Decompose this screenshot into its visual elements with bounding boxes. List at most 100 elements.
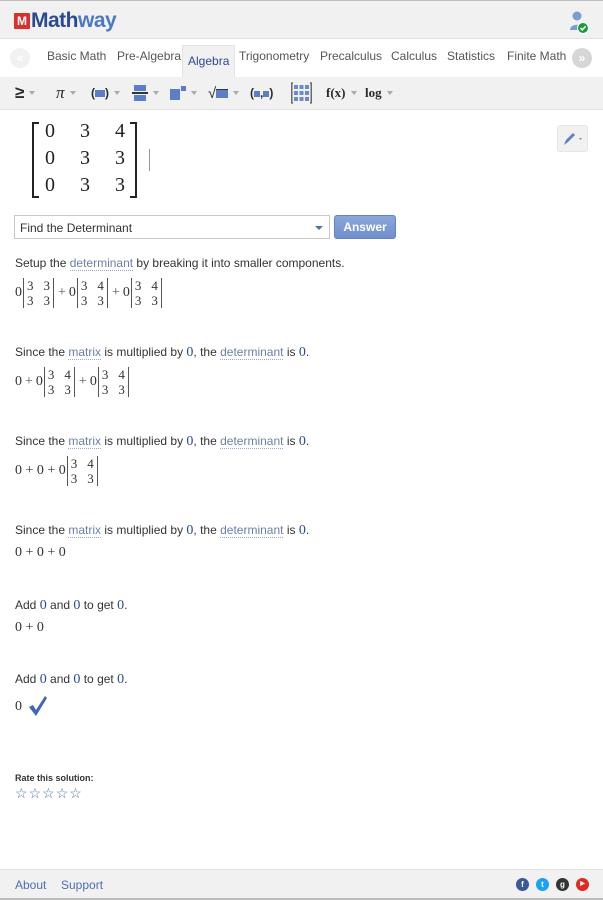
determinant-2x2: 34 33 <box>66 456 98 486</box>
tab-statistics[interactable]: Statistics <box>447 49 495 63</box>
term-link[interactable]: matrix <box>68 345 102 360</box>
exponent-button[interactable] <box>170 84 197 102</box>
term-link[interactable]: matrix <box>68 523 102 538</box>
caret-down-icon <box>233 91 240 95</box>
step-expression: 0 + 0 <box>15 620 44 635</box>
fraction-button[interactable] <box>132 84 159 102</box>
star-icon[interactable]: ☆ <box>15 785 28 801</box>
tab-finite-math[interactable]: Finite Math <box>507 49 566 63</box>
tabs-next-button[interactable]: » <box>572 48 592 68</box>
matrix-button[interactable] <box>291 81 312 105</box>
text-cursor <box>149 149 150 171</box>
user-verified-icon[interactable] <box>569 10 589 34</box>
tab-basic-math[interactable]: Basic Math <box>47 49 106 63</box>
caret-down-icon <box>114 91 120 95</box>
chevron-down-icon <box>315 226 323 230</box>
determinant-2x2: 34 33 <box>97 367 129 397</box>
sqrt-button[interactable]: √ <box>208 84 240 102</box>
matrix-cell[interactable]: 3 <box>77 147 93 170</box>
matrix-cell[interactable]: 3 <box>77 120 93 143</box>
sqrt-icon: √ <box>208 85 229 102</box>
matrix-cell[interactable]: 0 <box>42 174 58 197</box>
pi-icon: π <box>56 83 65 102</box>
step-expression: 0 33 33 +0 34 33 +0 34 33 <box>15 278 163 308</box>
pi-button[interactable]: π <box>56 83 76 102</box>
tab-precalculus[interactable]: Precalculus <box>320 49 382 63</box>
rating-stars: ☆ ☆ ☆ ☆ ☆ <box>15 785 82 801</box>
inequality-button[interactable]: ≥ <box>15 83 36 102</box>
step-explanation: Since the matrix is multiplied by 0, the… <box>15 434 310 449</box>
step-explanation: Add 0 and 0 to get 0. <box>15 598 128 613</box>
ordered-pair-icon: (,) <box>250 86 274 100</box>
star-icon[interactable]: ☆ <box>56 785 69 801</box>
pencil-icon <box>564 133 582 145</box>
tab-algebra[interactable]: Algebra <box>182 45 236 77</box>
final-answer: 0 <box>15 699 22 714</box>
term-link[interactable]: determinant <box>220 345 284 360</box>
checkmark-icon <box>29 696 47 716</box>
matrix-cell[interactable]: 0 <box>42 147 58 170</box>
term-link[interactable]: determinant <box>220 434 284 449</box>
log-button[interactable]: log <box>365 84 393 102</box>
matrix-cell[interactable]: 3 <box>77 174 93 197</box>
app-header: M Mathway <box>0 0 603 39</box>
action-select[interactable]: Find the Determinant <box>14 215 330 239</box>
term-link[interactable]: determinant <box>220 523 284 538</box>
term-link[interactable]: matrix <box>68 434 102 449</box>
caret-down-icon <box>191 91 197 95</box>
tab-pre-algebra[interactable]: Pre-Algebra <box>117 49 181 63</box>
youtube-icon[interactable]: ▶ <box>576 878 589 891</box>
math-input[interactable]: 0 3 4 0 3 3 0 3 3 <box>28 120 158 200</box>
parentheses-button[interactable]: () <box>91 84 120 102</box>
logo-way-text: way <box>78 9 117 32</box>
facebook-icon[interactable]: f <box>516 878 529 891</box>
tab-trigonometry[interactable]: Trigonometry <box>239 49 309 63</box>
term-link[interactable]: determinant <box>69 256 134 271</box>
caret-down-icon <box>350 91 357 95</box>
star-icon[interactable]: ☆ <box>42 785 55 801</box>
edit-button[interactable] <box>557 125 588 152</box>
step-explanation: Since the matrix is multiplied by 0, the… <box>15 523 310 538</box>
about-link[interactable]: About <box>15 878 46 892</box>
fraction-icon <box>132 85 148 101</box>
answer-button[interactable]: Answer <box>334 215 396 239</box>
determinant-2x2: 33 33 <box>23 278 54 308</box>
determinant-2x2: 34 33 <box>43 367 75 397</box>
math-toolbar: ≥ π () √ (,) f(x) log <box>0 77 603 110</box>
determinant-2x2: 34 33 <box>76 278 108 308</box>
action-select-value: Find the Determinant <box>20 221 133 235</box>
support-link[interactable]: Support <box>61 878 103 892</box>
bracket-right <box>130 122 137 198</box>
star-icon[interactable]: ☆ <box>29 785 42 801</box>
caret-down-icon <box>29 91 36 95</box>
tab-calculus[interactable]: Calculus <box>391 49 437 63</box>
google-plus-icon[interactable]: g <box>556 878 569 891</box>
step-explanation: Add 0 and 0 to get 0. <box>15 672 128 687</box>
step-expression: 0 + 0 + 0 34 33 <box>15 456 99 486</box>
caret-down-icon <box>153 91 159 95</box>
star-icon[interactable]: ☆ <box>69 785 82 801</box>
ordered-pair-button[interactable]: (,) <box>250 84 273 102</box>
log-icon: log <box>365 85 382 100</box>
inequality-icon: ≥ <box>15 83 25 102</box>
mathway-logo[interactable]: M Mathway <box>14 9 117 32</box>
caret-down-icon <box>69 91 76 95</box>
logo-mark-icon: M <box>14 13 30 29</box>
matrix-cell[interactable]: 3 <box>112 174 128 197</box>
matrix-cell[interactable]: 0 <box>42 120 58 143</box>
logo-math-text: Math <box>31 9 79 32</box>
step-expression: 0 +0 34 33 +0 34 33 <box>15 367 130 397</box>
matrix-icon <box>291 82 312 104</box>
caret-down-icon <box>386 91 393 95</box>
subject-tabs: « Basic Math Pre-Algebra Algebra Trigono… <box>0 40 603 77</box>
bracket-left <box>32 122 39 198</box>
tabs-prev-button[interactable]: « <box>10 48 30 68</box>
twitter-icon[interactable]: t <box>536 878 549 891</box>
matrix-cell[interactable]: 4 <box>112 120 128 143</box>
footer: About Support f t g ▶ <box>0 869 603 900</box>
rating-label: Rate this solution: <box>15 773 94 783</box>
determinant-2x2: 34 33 <box>130 278 162 308</box>
function-button[interactable]: f(x) <box>326 84 357 102</box>
matrix-cell[interactable]: 3 <box>112 147 128 170</box>
parentheses-icon: () <box>91 86 109 100</box>
